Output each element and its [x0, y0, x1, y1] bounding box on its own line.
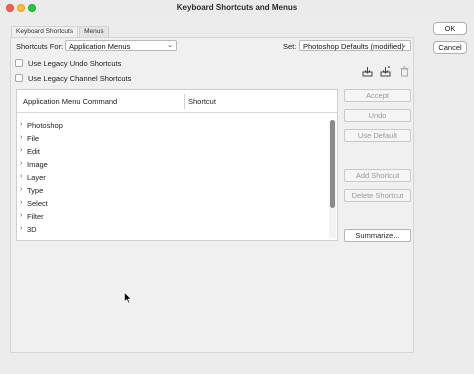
table-row[interactable]: › Select — [17, 198, 329, 211]
row-label: Edit — [27, 147, 40, 156]
table-header: Application Menu Command Shortcut — [17, 90, 337, 113]
undo-button[interactable]: Undo — [344, 109, 411, 122]
row-label: Type — [27, 186, 44, 195]
use-default-button[interactable]: Use Default — [344, 129, 411, 142]
tab-bar: Keyboard Shortcuts Menus — [11, 26, 110, 37]
table-rows: › Photoshop › File › Edit › Image › Layer › Ty… — [17, 120, 329, 237]
legacy-channel-checkbox[interactable] — [15, 74, 23, 82]
summarize-button[interactable]: Summarize... — [344, 229, 411, 242]
row-label: Select — [27, 199, 48, 208]
ok-button[interactable]: OK — [433, 22, 467, 35]
mouse-cursor-icon — [124, 292, 132, 304]
legacy-undo-checkbox[interactable] — [15, 59, 23, 67]
column-header-shortcut[interactable]: Shortcut — [188, 97, 216, 106]
tab-keyboard-shortcuts[interactable]: Keyboard Shortcuts — [11, 26, 79, 37]
table-row[interactable]: › File — [17, 133, 329, 146]
chevron-right-icon[interactable]: › — [20, 199, 22, 206]
row-label: 3D — [27, 225, 37, 234]
chevron-right-icon[interactable]: › — [20, 134, 22, 141]
chevron-right-icon[interactable]: › — [20, 147, 22, 154]
set-select[interactable]: Photoshop Defaults (modified) ⌄ — [299, 40, 411, 51]
shortcuts-for-value: Application Menus — [69, 42, 131, 51]
table-scrollbar[interactable] — [329, 120, 336, 238]
save-set-as-icon[interactable] — [380, 66, 391, 77]
delete-set-icon[interactable] — [399, 66, 410, 77]
accept-button[interactable]: Accept — [344, 89, 411, 102]
chevron-right-icon[interactable]: › — [20, 121, 22, 128]
table-row[interactable]: › 3D — [17, 224, 329, 237]
chevron-right-icon[interactable]: › — [20, 186, 22, 193]
row-label: Image — [27, 160, 48, 169]
row-label: Filter — [27, 212, 44, 221]
column-divider — [184, 94, 185, 109]
table-row[interactable]: › Layer — [17, 172, 329, 185]
save-set-icon[interactable] — [362, 66, 373, 77]
row-label: Layer — [27, 173, 46, 182]
chevron-down-icon: ⌄ — [401, 42, 407, 49]
table-row[interactable]: › Type — [17, 185, 329, 198]
table-row[interactable]: › Edit — [17, 146, 329, 159]
delete-shortcut-button[interactable]: Delete Shortcut — [344, 189, 411, 202]
chevron-down-icon: ⌄ — [167, 42, 173, 49]
add-shortcut-button[interactable]: Add Shortcut — [344, 169, 411, 182]
cancel-button[interactable]: Cancel — [433, 41, 467, 54]
set-label: Set: — [283, 42, 297, 51]
tab-menus[interactable]: Menus — [79, 26, 109, 37]
shortcuts-for-select[interactable]: Application Menus ⌄ — [65, 40, 177, 51]
chevron-right-icon[interactable]: › — [20, 160, 22, 167]
table-row[interactable]: › Photoshop — [17, 120, 329, 133]
chevron-right-icon[interactable]: › — [20, 225, 22, 232]
set-value: Photoshop Defaults (modified) — [303, 42, 404, 51]
chevron-right-icon[interactable]: › — [20, 212, 22, 219]
shortcuts-table: Application Menu Command Shortcut › Photo… — [16, 89, 338, 241]
column-header-command[interactable]: Application Menu Command — [23, 97, 117, 106]
title-bar: Keyboard Shortcuts and Menus — [0, 0, 474, 16]
table-row[interactable]: › Filter — [17, 211, 329, 224]
legacy-channel-label: Use Legacy Channel Shortcuts — [28, 74, 132, 83]
row-label: Photoshop — [27, 121, 63, 130]
scrollbar-thumb[interactable] — [330, 120, 335, 208]
chevron-right-icon[interactable]: › — [20, 173, 22, 180]
row-label: File — [27, 134, 40, 143]
table-row[interactable]: › Image — [17, 159, 329, 172]
window-title: Keyboard Shortcuts and Menus — [176, 3, 298, 12]
shortcuts-for-label: Shortcuts For: — [16, 42, 64, 51]
legacy-undo-label: Use Legacy Undo Shortcuts — [28, 59, 122, 68]
